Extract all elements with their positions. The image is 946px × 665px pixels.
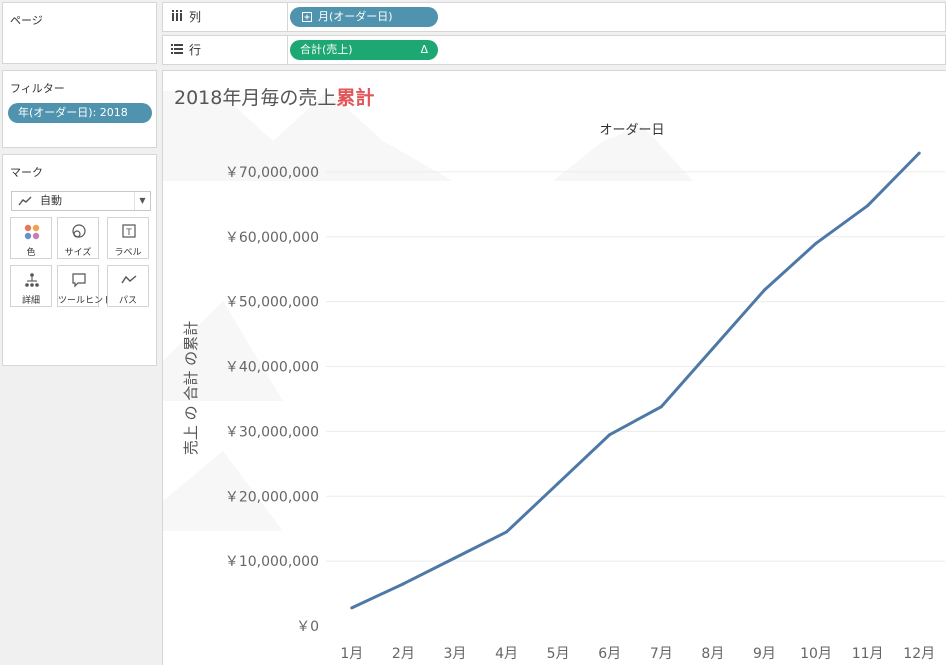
delta-icon: Δ — [420, 43, 428, 56]
background-watermark — [163, 91, 693, 531]
y-tick-label: ￥10,000,000 — [225, 554, 319, 570]
rows-label: 行 — [189, 43, 202, 57]
chart-title-accent: 累計 — [336, 86, 374, 109]
data-point[interactable] — [453, 556, 457, 560]
label-icon: T — [122, 224, 136, 238]
columns-shelf-label: 列 — [163, 3, 288, 31]
x-tick-label: 1月 — [340, 646, 363, 662]
series-line[interactable] — [351, 152, 921, 610]
filters-title: フィルター — [10, 82, 65, 95]
data-point[interactable] — [917, 151, 921, 155]
tooltip-icon — [72, 273, 86, 288]
pages-card[interactable]: ページ — [2, 2, 157, 64]
x-tick-label: 6月 — [598, 646, 621, 662]
x-tick-label: 5月 — [547, 646, 570, 662]
mark-type-label: 自動 — [40, 194, 62, 207]
pages-title: ページ — [10, 14, 43, 27]
mark-button-color[interactable]: 色 — [10, 217, 52, 259]
mark-button-size[interactable]: サイズ — [57, 217, 99, 259]
rows-pill[interactable]: 合計(売上) Δ — [290, 40, 438, 60]
mark-button-label-text: ラベル — [114, 248, 142, 258]
x-tick-label: 12月 — [903, 646, 935, 662]
data-point[interactable] — [505, 530, 509, 534]
x-tick-label: 9月 — [753, 646, 776, 662]
data-point[interactable] — [608, 433, 612, 437]
x-tick-label: 8月 — [701, 646, 724, 662]
column-header: オーダー日 — [599, 123, 664, 138]
mark-button-label[interactable]: T ラベル — [107, 217, 149, 259]
mark-button-label: サイズ — [64, 248, 92, 258]
chart-title: 2018年月毎の売上累計 — [174, 86, 374, 109]
chart-title-main: 2018年月毎の売上 — [174, 87, 336, 109]
columns-pill[interactable]: 月(オーダー日) — [290, 7, 438, 27]
data-point[interactable] — [556, 481, 560, 485]
columns-label: 列 — [189, 10, 202, 24]
data-point[interactable] — [711, 346, 715, 350]
mark-button-path[interactable]: パス — [107, 265, 149, 307]
rows-pill-label: 合計(売上) — [300, 43, 353, 56]
y-tick-label: ￥30,000,000 — [225, 424, 319, 440]
y-tick-label: ￥50,000,000 — [225, 295, 319, 311]
detail-icon — [25, 273, 39, 287]
size-icon — [72, 224, 86, 238]
x-tick-label: 11月 — [852, 646, 884, 662]
mark-button-label: 色 — [26, 248, 36, 258]
data-point[interactable] — [814, 241, 818, 245]
chart-view[interactable]: 2018年月毎の売上累計 オーダー日 売上 の 合計 の累計 ￥0 ￥10,000… — [162, 70, 946, 665]
line-mark-icon — [18, 196, 32, 206]
line-chart[interactable]: 2018年月毎の売上累計 オーダー日 売上 の 合計 の累計 ￥0 ￥10,000… — [163, 71, 946, 665]
data-point[interactable] — [762, 288, 766, 292]
chevron-down-icon[interactable]: ▼ — [134, 192, 150, 210]
marks-title: マーク — [10, 166, 43, 179]
y-tick-label: ￥0 — [296, 619, 319, 635]
y-tick-label: ￥40,000,000 — [225, 360, 319, 376]
marks-card: マーク 自動 ▼ 色 サイズ T ラベル 詳細 ツールヒント パス — [2, 154, 157, 366]
data-point[interactable] — [401, 582, 405, 586]
columns-icon — [172, 10, 182, 21]
expand-icon[interactable] — [302, 12, 312, 22]
mark-type-dropdown[interactable]: 自動 ▼ — [11, 191, 151, 211]
y-tick-label: ￥70,000,000 — [225, 165, 319, 181]
rows-icon — [171, 44, 183, 54]
x-tick-label: 2月 — [392, 646, 415, 662]
data-point[interactable] — [866, 204, 870, 208]
filters-card: フィルター 年(オーダー日): 2018 — [2, 70, 157, 148]
x-tick-label: 4月 — [495, 646, 518, 662]
mark-button-label: 詳細 — [21, 296, 40, 306]
x-tick-label: 7月 — [650, 646, 673, 662]
mark-button-detail[interactable]: 詳細 — [10, 265, 52, 307]
data-point[interactable] — [350, 606, 354, 610]
columns-shelf[interactable]: 列 月(オーダー日) — [162, 2, 946, 32]
y-axis-title: 売上 の 合計 の累計 — [182, 321, 200, 455]
y-tick-label: ￥20,000,000 — [225, 489, 319, 505]
x-tick-label: 3月 — [443, 646, 466, 662]
rows-shelf[interactable]: 行 合計(売上) Δ — [162, 35, 946, 65]
path-icon — [121, 275, 137, 284]
mark-button-label: パス — [118, 296, 137, 306]
data-point[interactable] — [659, 405, 663, 409]
svg-text:T: T — [125, 228, 132, 238]
mark-button-label: ツールヒント — [58, 296, 113, 306]
columns-pill-label: 月(オーダー日) — [318, 10, 393, 23]
filter-pill-year[interactable]: 年(オーダー日): 2018 — [8, 103, 152, 123]
rows-shelf-label: 行 — [163, 36, 288, 64]
mark-button-tooltip[interactable]: ツールヒント — [57, 265, 113, 307]
y-tick-label: ￥60,000,000 — [225, 230, 319, 246]
workspace: { "left_panel": { "pages_title": "ページ", … — [0, 0, 946, 665]
color-icon — [24, 224, 40, 240]
x-tick-label: 10月 — [800, 646, 832, 662]
